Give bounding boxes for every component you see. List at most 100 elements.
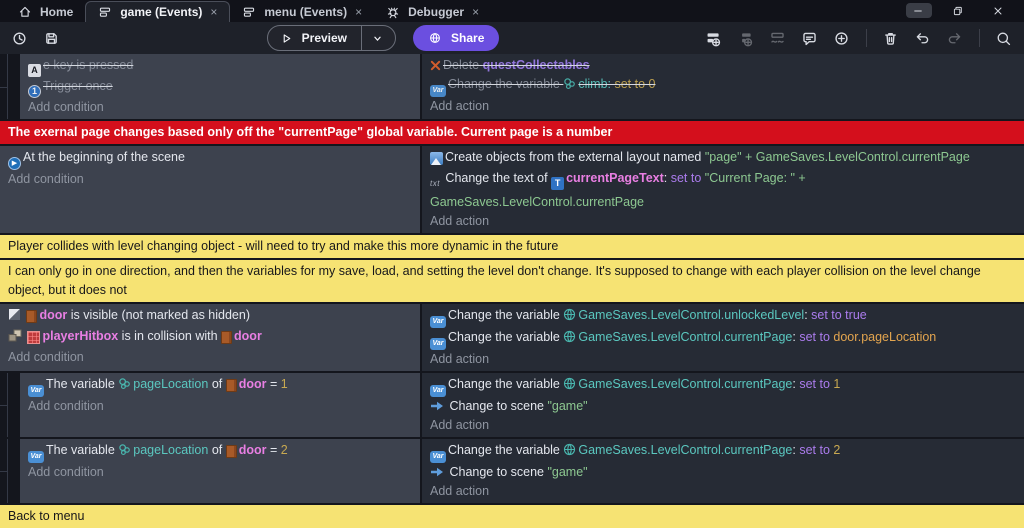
globe-icon [428,31,442,45]
action-line[interactable]: Var Change the variable GameSaves.LevelCo… [430,441,1018,463]
event-indent-gutter [0,373,20,437]
add-extension-event-icon [769,30,786,47]
action-line[interactable]: Var Change the variable climb: set to 0 [430,75,1018,97]
condition-line[interactable]: Var The variable pageLocation of door = 2 [28,441,414,463]
actions-panel[interactable]: Var Change the variable GameSaves.LevelCo… [422,304,1024,371]
action-line[interactable]: Var Change the variable GameSaves.LevelCo… [430,306,1018,328]
preview-button-label: Preview [301,31,348,45]
search-button[interactable] [992,26,1016,50]
close-button[interactable] [986,3,1012,18]
add-subevent-icon [737,30,754,47]
add-condition-link[interactable]: Add condition [28,463,414,482]
conditions-panel[interactable]: ▶ At the beginning of the scene Add condit… [0,146,420,233]
minimize-icon [912,5,924,17]
conditions-panel[interactable]: Ae key is pressed 1 Trigger once Add condit… [20,54,420,119]
variable-icon: Var [430,377,446,397]
add-action-link[interactable]: Add action [430,97,1018,116]
add-action-link[interactable]: Add action [430,416,1018,435]
tab-bar: Home game (Events) × menu (Events) × Debugger… [0,0,1024,22]
comment-red[interactable]: The exernal page changes based only off … [0,121,1024,144]
door-sprite-icon [225,443,237,462]
variable-icon: Var [430,77,446,97]
object-variable-icon [118,377,131,390]
tab-label: Debugger [408,4,465,19]
action-line[interactable]: Var Change the variable GameSaves.LevelCo… [430,375,1018,397]
actions-panel[interactable]: Delete questCollectables Var Change the va… [422,54,1024,119]
condition-line[interactable]: playerHitbox is in collision with door [8,327,414,348]
sub-event: Var The variable pageLocation of door = 1… [0,373,1024,437]
add-condition-link[interactable]: Add condition [8,170,414,189]
condition-line[interactable]: door is visible (not marked as hidden) [8,306,414,327]
action-line[interactable]: Var Change the variable GameSaves.LevelCo… [430,328,1018,350]
comment-button[interactable] [798,26,822,50]
minimize-button[interactable] [906,3,932,18]
trash-icon [882,30,899,47]
variable-icon: Var [28,443,44,463]
close-icon[interactable]: × [210,5,217,19]
scene-start-icon: ▶ [8,150,21,170]
variable-icon: Var [430,443,446,463]
add-action-link[interactable]: Add action [430,212,1018,231]
add-action-link[interactable]: Add action [430,350,1018,369]
actions-panel[interactable]: Var Change the variable GameSaves.LevelCo… [422,373,1024,437]
action-line[interactable]: Create objects from the external layout … [430,148,1018,169]
undo-button[interactable] [911,26,935,50]
actions-panel[interactable]: Create objects from the external layout … [422,146,1024,233]
tab-debugger[interactable]: Debugger × [374,1,491,22]
add-circle-button[interactable] [830,26,854,50]
add-action-link[interactable]: Add action [430,482,1018,501]
share-button[interactable]: Share [413,25,500,51]
conditions-panel[interactable]: Var The variable pageLocation of door = 1… [20,373,420,437]
history-button[interactable] [8,26,32,50]
scene-change-icon [430,400,444,412]
add-event-icon [705,30,722,47]
comment-yellow[interactable]: Back to menu [0,505,1024,528]
condition-line[interactable]: Ae key is pressed [28,56,414,77]
add-extension-event-button[interactable] [766,26,790,50]
redo-button[interactable] [943,26,967,50]
tab-label: menu (Events) [264,4,348,19]
preview-dropdown-button[interactable] [362,32,395,45]
actions-panel[interactable]: Var Change the variable GameSaves.LevelCo… [422,439,1024,503]
action-line[interactable]: Change to scene "game" [430,397,1018,416]
delete-icon [430,60,441,71]
action-line[interactable]: txt Change the text of TcurrentPageText:… [430,169,1018,212]
condition-line[interactable]: Var The variable pageLocation of door = 1 [28,375,414,397]
tab-menu-events[interactable]: menu (Events) × [230,1,374,22]
events-sheet-icon [242,5,256,19]
door-sprite-icon [225,377,237,396]
door-sprite-icon [221,329,233,348]
gdevelop-window: Home game (Events) × menu (Events) × Debugger… [0,0,1024,528]
add-condition-link[interactable]: Add condition [28,397,414,416]
toolbar: Preview Share [0,22,1024,54]
variable-icon: Var [28,377,44,397]
add-circle-icon [833,30,850,47]
add-subevent-button[interactable] [734,26,758,50]
event: Ae key is pressed 1 Trigger once Add condit… [0,54,1024,119]
add-condition-link[interactable]: Add condition [28,98,414,117]
close-icon[interactable]: × [472,5,479,19]
close-icon[interactable]: × [355,5,362,19]
conditions-panel[interactable]: Var The variable pageLocation of door = 2… [20,439,420,503]
event: ▶ At the beginning of the scene Add condit… [0,146,1024,233]
restore-button[interactable] [946,3,972,18]
add-condition-link[interactable]: Add condition [8,348,414,367]
tab-home[interactable]: Home [6,1,85,22]
comment-yellow[interactable]: I can only go in one direction, and then… [0,260,1024,302]
events-sheet: Ae key is pressed 1 Trigger once Add condit… [0,54,1024,528]
comment-yellow[interactable]: Player collides with level changing obje… [0,235,1024,258]
preview-button[interactable]: Preview [266,25,397,51]
tab-game-events[interactable]: game (Events) × [85,1,231,22]
conditions-panel[interactable]: door is visible (not marked as hidden) p… [0,304,420,371]
condition-line[interactable]: 1 Trigger once [28,77,414,98]
add-event-button[interactable] [702,26,726,50]
restore-icon [952,5,964,17]
save-button[interactable] [40,26,64,50]
trash-button[interactable] [879,26,903,50]
action-line[interactable]: Change to scene "game" [430,463,1018,482]
collision-icon [8,329,22,342]
action-line[interactable]: Delete questCollectables [430,56,1018,75]
tab-label: Home [40,4,74,19]
player-hitbox-sprite-icon [27,329,41,348]
condition-line[interactable]: ▶ At the beginning of the scene [8,148,414,170]
